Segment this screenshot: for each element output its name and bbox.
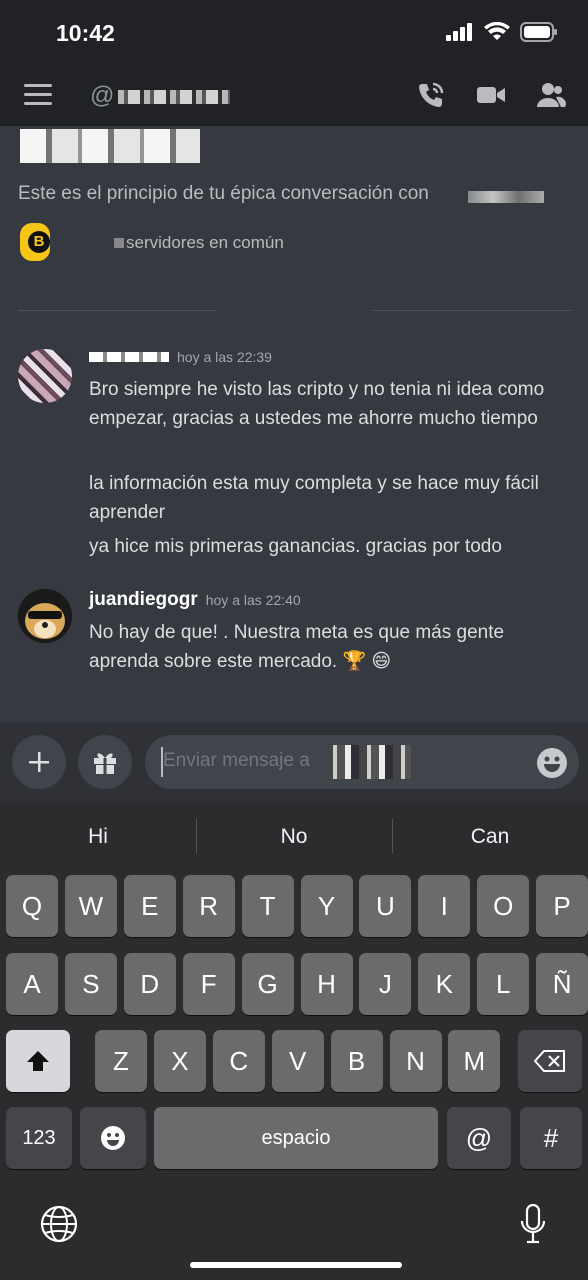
key-z[interactable]: Z — [95, 1030, 147, 1092]
key-j[interactable]: J — [359, 953, 412, 1015]
key-l[interactable]: L — [477, 953, 530, 1015]
key-b[interactable]: B — [330, 1030, 383, 1092]
intro-text: Este es el principio de tu épica convers… — [18, 183, 429, 204]
key-r[interactable]: R — [182, 875, 235, 937]
channel-header: @ — [0, 66, 588, 126]
avatar[interactable] — [18, 349, 72, 403]
key-v[interactable]: V — [271, 1030, 324, 1092]
doge-avatar-icon — [18, 589, 72, 643]
emoji-key[interactable] — [80, 1107, 146, 1169]
divider-left — [18, 310, 216, 311]
home-indicator[interactable] — [190, 1262, 402, 1268]
key-h[interactable]: H — [300, 953, 353, 1015]
common-servers[interactable]: servidores en común — [114, 233, 284, 253]
phone-call-icon[interactable] — [416, 80, 446, 110]
backspace-key[interactable] — [518, 1030, 582, 1092]
shift-key[interactable] — [6, 1030, 70, 1092]
at-symbol: @ — [90, 82, 115, 109]
message-header: juandiegogr hoy a las 22:40 — [89, 589, 301, 611]
signal-icon — [446, 23, 472, 41]
key-t[interactable]: T — [241, 875, 294, 937]
microphone-icon[interactable] — [518, 1203, 548, 1245]
hamburger-menu-icon[interactable] — [24, 84, 52, 108]
suggestion[interactable]: No — [196, 801, 392, 867]
keyboard: Hi No Can QWERTYUIOP ASDFGHJKLÑ ZXCVBNM … — [0, 801, 588, 1280]
key-s[interactable]: S — [64, 953, 117, 1015]
recipient-redacted — [325, 745, 411, 779]
message-input-placeholder: Enviar mensaje a — [163, 750, 310, 771]
server-icon[interactable] — [20, 223, 50, 261]
timestamp: hoy a las 22:40 — [205, 592, 301, 608]
intro-redacted-name — [468, 191, 544, 203]
members-icon[interactable] — [536, 80, 566, 110]
status-bar: 10:42 — [0, 0, 588, 66]
wifi-icon — [484, 22, 510, 40]
plus-icon — [29, 752, 49, 772]
message-header: hoy a las 22:39 — [89, 349, 272, 365]
key-x[interactable]: X — [153, 1030, 206, 1092]
key-q[interactable]: Q — [6, 875, 58, 937]
key-e[interactable]: E — [123, 875, 176, 937]
emoji-icon[interactable] — [537, 748, 567, 778]
add-attachment-button[interactable] — [12, 735, 66, 789]
globe-icon[interactable] — [40, 1205, 78, 1243]
key-k[interactable]: K — [418, 953, 471, 1015]
gift-button[interactable] — [78, 735, 132, 789]
battery-icon — [520, 22, 557, 42]
keyboard-suggestions: Hi No Can — [0, 801, 588, 867]
message-input[interactable]: Enviar mensaje a — [145, 735, 579, 789]
message-text: Bro siempre he visto las cripto y no ten… — [89, 379, 545, 429]
status-time: 10:42 — [56, 20, 115, 46]
key-d[interactable]: D — [123, 953, 176, 1015]
key-n[interactable]: N — [389, 1030, 442, 1092]
status-icons — [446, 22, 558, 42]
at-key[interactable]: @ — [447, 1107, 511, 1169]
author-redacted[interactable] — [89, 352, 169, 362]
key-f[interactable]: F — [182, 953, 235, 1015]
recipient-username-redacted — [118, 90, 230, 104]
intro-username-redacted — [20, 129, 200, 163]
message-composer: Enviar mensaje a — [0, 723, 588, 801]
key-i[interactable]: I — [418, 875, 471, 937]
avatar[interactable] — [18, 589, 72, 643]
numbers-key[interactable]: 123 — [6, 1107, 72, 1169]
divider-right — [372, 310, 572, 311]
space-key[interactable]: espacio — [154, 1107, 438, 1169]
key-o[interactable]: O — [477, 875, 530, 937]
video-camera-icon[interactable] — [476, 80, 506, 110]
key-p[interactable]: P — [536, 875, 588, 937]
message[interactable]: hoy a las 22:39 Bro siempre he visto las… — [0, 349, 588, 569]
key-m[interactable]: M — [448, 1030, 501, 1092]
message[interactable]: juandiegogr hoy a las 22:40 No hay de qu… — [0, 589, 588, 689]
key-ñ[interactable]: Ñ — [536, 953, 588, 1015]
header-actions — [416, 80, 566, 110]
shift-icon — [27, 1051, 49, 1071]
common-count-redacted — [114, 238, 124, 248]
chat-area[interactable]: Este es el principio de tu épica convers… — [0, 127, 588, 723]
key-a[interactable]: A — [6, 953, 58, 1015]
message-text: No hay de que! . Nuestra meta es que más… — [89, 622, 505, 672]
key-g[interactable]: G — [241, 953, 294, 1015]
key-u[interactable]: U — [359, 875, 412, 937]
timestamp: hoy a las 22:39 — [177, 349, 272, 365]
gift-icon — [94, 753, 116, 774]
suggestion[interactable]: Can — [392, 801, 588, 867]
suggestion[interactable]: Hi — [0, 801, 196, 867]
key-w[interactable]: W — [64, 875, 117, 937]
message-text: la información esta muy completa y se ha… — [89, 473, 539, 523]
hash-key[interactable]: # — [520, 1107, 582, 1169]
key-c[interactable]: C — [212, 1030, 265, 1092]
common-servers-label: servidores en común — [126, 233, 284, 252]
key-y[interactable]: Y — [300, 875, 353, 937]
backspace-icon — [533, 1050, 565, 1072]
message-text: ya hice mis primeras ganancias. gracias … — [89, 536, 502, 557]
emoji-icon — [101, 1126, 125, 1150]
author-name[interactable]: juandiegogr — [89, 589, 198, 611]
